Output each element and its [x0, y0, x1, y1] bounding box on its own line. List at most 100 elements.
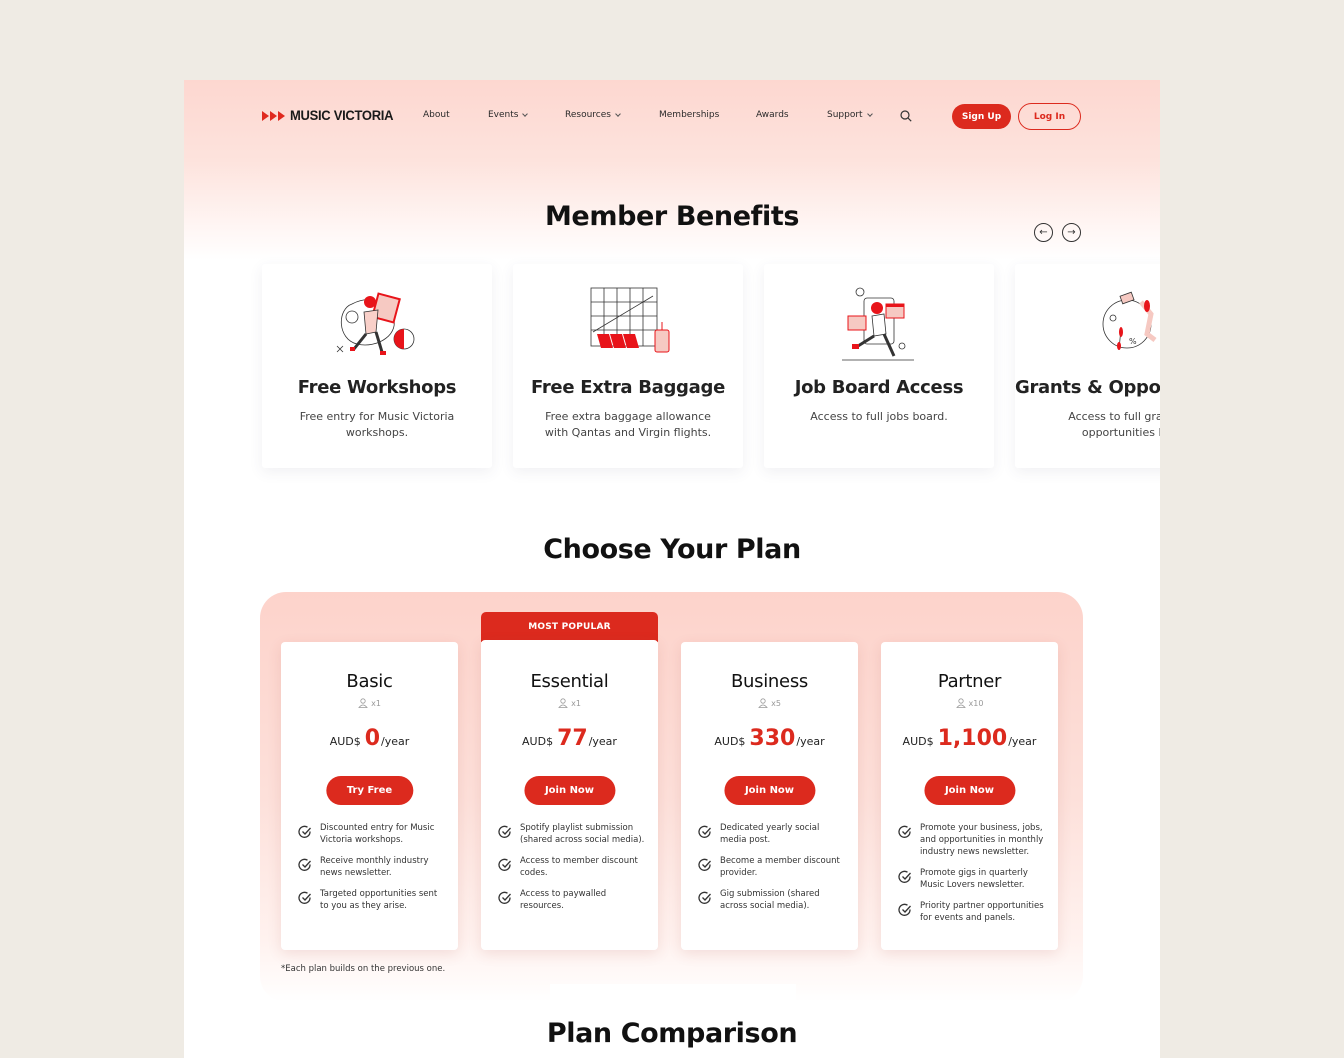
- nav-item-resources[interactable]: Resources: [565, 110, 621, 120]
- feature-text: Receive monthly industry news newsletter…: [320, 856, 429, 878]
- benefit-card[interactable]: Free Workshops Free entry for Music Vict…: [262, 264, 492, 468]
- nav-label: Resources: [565, 110, 611, 120]
- user-icon: [558, 698, 568, 708]
- user-count: x10: [968, 698, 984, 708]
- log-in-button[interactable]: Log In: [1018, 103, 1081, 130]
- feature-item: Become a member discount provider.: [698, 855, 848, 879]
- plan-card-essential: Essential x1 AUD$ 77 /year Join Now Spot…: [481, 640, 658, 950]
- logo-text: MUSIC VICTORIA: [290, 107, 394, 124]
- check-circle-icon: [698, 858, 711, 871]
- feature-item: Access to member discount codes.: [498, 855, 648, 879]
- nav-item-awards[interactable]: Awards: [756, 110, 789, 120]
- currency: AUD$: [329, 735, 361, 748]
- svg-text:%: %: [1129, 337, 1137, 346]
- nav-label: Memberships: [659, 110, 720, 120]
- search-icon[interactable]: [900, 110, 912, 122]
- plans-footnote: *Each plan builds on the previous one.: [281, 964, 446, 974]
- check-circle-icon: [898, 825, 911, 838]
- check-circle-icon: [898, 870, 911, 883]
- choose-plan-title: Choose Your Plan: [543, 534, 801, 565]
- feature-text: Access to paywalled resources.: [520, 889, 607, 911]
- plan-users: x10: [881, 698, 1058, 708]
- workshop-illustration: [336, 292, 415, 355]
- price-period: /year: [1008, 735, 1037, 748]
- sign-up-button[interactable]: Sign Up: [952, 104, 1011, 129]
- plan-comparison-title: Plan Comparison: [546, 1018, 798, 1049]
- plan-price: AUD$ 77 /year: [481, 726, 658, 751]
- feature-item: Gig submission (shared across social med…: [698, 888, 848, 912]
- price-period: /year: [796, 735, 825, 748]
- plan-name: Partner: [937, 671, 1002, 692]
- nav-item-memberships[interactable]: Memberships: [659, 110, 719, 120]
- check-circle-icon: [298, 825, 311, 838]
- join-now-button[interactable]: Join Now: [523, 776, 616, 805]
- feature-text: Promote gigs in quarterly Music Lovers n…: [920, 868, 1028, 890]
- feature-list: Dedicated yearly social media post. Beco…: [698, 822, 848, 921]
- benefit-card[interactable]: Free Extra Baggage Free extra baggage al…: [513, 264, 743, 468]
- benefit-description: Access to full jobs board.: [810, 410, 948, 423]
- check-circle-icon: [298, 891, 311, 904]
- plan-name: Basic: [346, 671, 393, 692]
- user-icon: [358, 698, 368, 708]
- plan-card-partner: Partner x10 AUD$ 1,100 /year Join Now Pr…: [881, 642, 1058, 950]
- logo[interactable]: MUSIC VICTORIA: [262, 108, 393, 123]
- feature-text: Promote your business, jobs, and opportu…: [920, 823, 1044, 857]
- currency: AUD$: [714, 735, 746, 748]
- feature-item: Receive monthly industry news newsletter…: [298, 855, 448, 879]
- price-amount: 330: [749, 726, 796, 751]
- price-amount: 0: [364, 726, 381, 751]
- plan-card-basic: Basic x1 AUD$ 0 /year Try Free Discounte…: [281, 642, 458, 950]
- check-circle-icon: [698, 891, 711, 904]
- try-free-button[interactable]: Try Free: [325, 776, 414, 805]
- nav-item-events[interactable]: Events: [488, 110, 529, 120]
- feature-list: Promote your business, jobs, and opportu…: [898, 822, 1048, 933]
- check-circle-icon: [698, 825, 711, 838]
- feature-list: Spotify playlist submission (shared acro…: [498, 822, 648, 921]
- check-circle-icon: [898, 903, 911, 916]
- price-period: /year: [381, 735, 410, 748]
- plan-price: AUD$ 330 /year: [681, 726, 858, 751]
- logo-icon: [262, 110, 286, 121]
- benefit-title: Free Workshops: [297, 377, 457, 398]
- benefit-card[interactable]: % Grants & Opportunities Access to full …: [1015, 264, 1160, 468]
- plan-users: x1: [281, 698, 458, 708]
- feature-text: Discounted entry for Music Victoria work…: [320, 823, 435, 845]
- benefit-description: Access to full grants & opportunities li…: [1068, 410, 1160, 439]
- feature-list: Discounted entry for Music Victoria work…: [298, 822, 448, 921]
- job-board-illustration: [842, 287, 914, 361]
- benefit-card[interactable]: Job Board Access Access to full jobs boa…: [764, 264, 994, 468]
- chevron-down-icon: [866, 110, 873, 117]
- benefit-description: Free extra baggage allowance with Qantas…: [544, 410, 712, 439]
- page: MUSIC VICTORIA About Events Resources Me…: [184, 80, 1160, 1058]
- nav-item-support[interactable]: Support: [827, 110, 873, 120]
- arrow-left-circle-icon[interactable]: ←: [1034, 223, 1053, 242]
- feature-text: Priority partner opportunities for event…: [920, 901, 1044, 923]
- plan-price: AUD$ 0 /year: [281, 726, 458, 751]
- feature-item: Priority partner opportunities for event…: [898, 900, 1048, 924]
- nav-label: Events: [488, 110, 519, 120]
- user-icon: [955, 698, 966, 708]
- check-circle-icon: [498, 891, 511, 904]
- nav-item-about[interactable]: About: [423, 110, 450, 120]
- price-amount: 77: [557, 726, 588, 751]
- feature-item: Promote your business, jobs, and opportu…: [898, 822, 1048, 858]
- site-header: MUSIC VICTORIA About Events Resources Me…: [184, 80, 1160, 154]
- feature-text: Access to member discount codes.: [520, 856, 638, 878]
- arrow-right-circle-icon[interactable]: →: [1062, 223, 1081, 242]
- user-count: x1: [371, 698, 381, 708]
- divider-strip: [550, 984, 796, 1004]
- plan-users: x1: [481, 698, 658, 708]
- price-period: /year: [588, 735, 617, 748]
- join-now-button[interactable]: Join Now: [723, 776, 816, 805]
- airport-illustration: [590, 287, 670, 353]
- join-now-button[interactable]: Join Now: [923, 776, 1016, 805]
- feature-item: Discounted entry for Music Victoria work…: [298, 822, 448, 846]
- user-count: x5: [771, 698, 781, 708]
- currency: AUD$: [522, 735, 554, 748]
- benefit-description: Free entry for Music Victoria workshops.: [299, 410, 455, 439]
- plan-name: Essential: [530, 671, 609, 692]
- feature-item: Spotify playlist submission (shared acro…: [498, 822, 648, 846]
- feature-item: Dedicated yearly social media post.: [698, 822, 848, 846]
- benefit-title: Job Board Access: [794, 377, 964, 398]
- plan-users: x5: [681, 698, 858, 708]
